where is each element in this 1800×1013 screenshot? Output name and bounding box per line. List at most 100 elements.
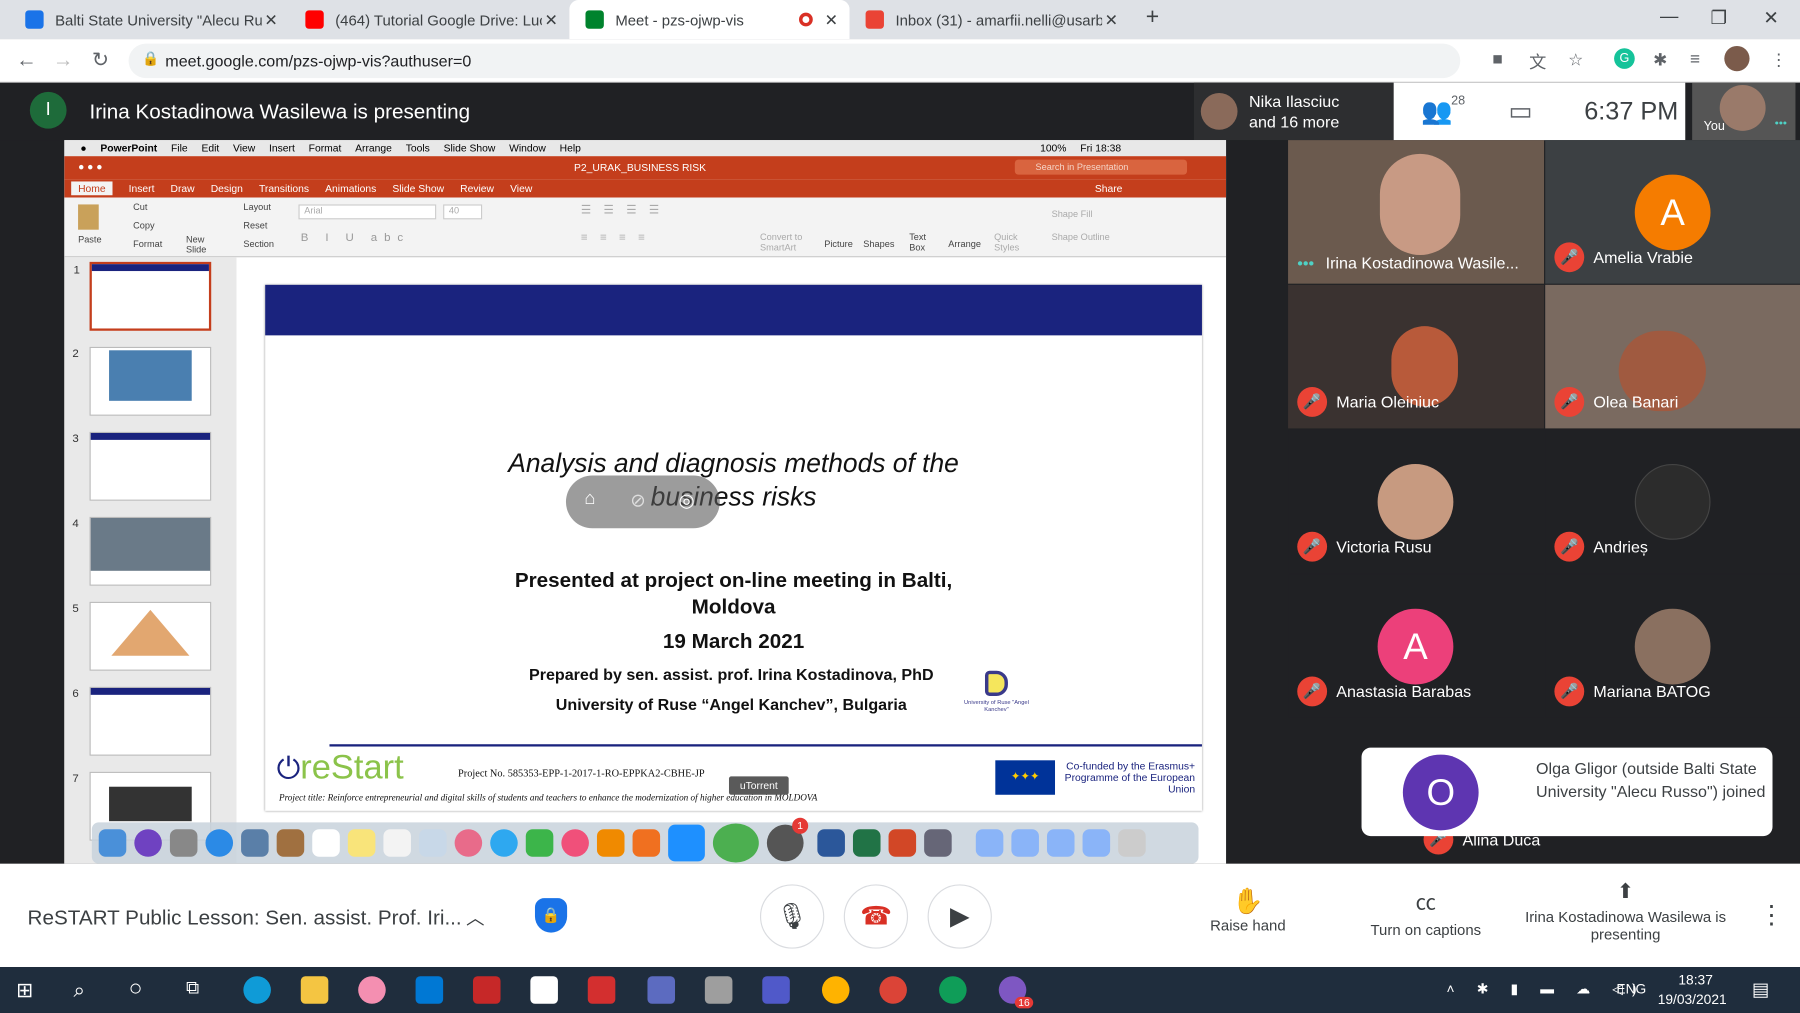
translate-icon[interactable]: 文 (1529, 49, 1546, 73)
others-indicator[interactable]: Nika Ilasciuc and 16 more (1193, 82, 1394, 141)
photos-icon[interactable] (454, 829, 483, 857)
ribbon-picture[interactable]: Picture (824, 239, 853, 249)
ppt-share-button[interactable]: Share (1095, 183, 1123, 194)
search-icon[interactable]: ⌕ (73, 979, 85, 1003)
music-icon[interactable] (561, 829, 589, 857)
menu-window[interactable]: Window (509, 142, 546, 153)
ribbon-shape-outline[interactable]: Shape Outline (1052, 232, 1110, 242)
font-style-buttons-icon[interactable]: B I U abc (301, 232, 410, 245)
excel-icon[interactable] (852, 829, 881, 857)
ribbon-shape-fill[interactable]: Shape Fill (1052, 209, 1093, 219)
viber-icon[interactable]: 16 (998, 976, 1034, 1009)
menu-insert[interactable]: Insert (269, 142, 295, 153)
piggy-app-icon[interactable] (358, 976, 386, 1004)
file-explorer-icon[interactable] (300, 976, 329, 1004)
maximize-button[interactable]: ❐ (1711, 7, 1727, 30)
menu-powerpoint[interactable]: PowerPoint (100, 142, 157, 153)
raise-hand-button[interactable]: ✋ Raise hand (1189, 887, 1306, 934)
store-icon[interactable] (415, 976, 444, 1004)
scanner-icon[interactable] (704, 976, 733, 1004)
url-bar[interactable]: 🔒 meet.google.com/pzs-ojwp-vis?authuser=… (128, 43, 1461, 79)
menu-file[interactable]: File (171, 142, 188, 153)
facetime-icon[interactable] (525, 829, 554, 857)
font-name-input[interactable]: Arial (298, 204, 437, 220)
ribbon-cut[interactable]: Cut (133, 202, 147, 212)
close-tab-icon[interactable]: ✕ (544, 10, 557, 30)
folder-icon[interactable] (975, 829, 1004, 857)
tile-irina[interactable]: ••• Irina Kostadinowa Wasile... (1288, 140, 1545, 284)
current-slide[interactable]: Analysis and diagnosis methods of the bu… (265, 284, 1202, 811)
app-store-icon[interactable] (668, 824, 705, 862)
self-view-tile[interactable]: You ••• (1692, 82, 1796, 141)
back-icon[interactable]: ← (16, 48, 37, 72)
host-controls-shield-icon[interactable]: 🔒 (534, 898, 568, 933)
ribbon-tab-view[interactable]: View (510, 183, 532, 194)
ribbon-layout[interactable]: Layout (243, 202, 271, 212)
ribbon-smartart[interactable]: Convert to SmartArt (760, 232, 811, 253)
input-language[interactable]: ENG (1616, 981, 1646, 997)
launchpad-icon[interactable] (169, 829, 198, 857)
ribbon-tab-review[interactable]: Review (460, 183, 494, 194)
pin-icon[interactable]: ⌂ (584, 489, 595, 510)
leave-call-button[interactable]: ☎ (843, 884, 909, 949)
preview-icon[interactable] (924, 829, 952, 857)
cortana-icon[interactable]: ○ (129, 976, 143, 1002)
chrome-profile-icon[interactable] (939, 976, 967, 1004)
ribbon-tab-home[interactable]: Home (71, 181, 113, 196)
ribbon-tab-slideshow[interactable]: Slide Show (392, 183, 444, 194)
menu-format[interactable]: Format (309, 142, 342, 153)
fullscreen-icon[interactable]: ◎ (678, 489, 694, 512)
chrome-icon[interactable] (879, 976, 907, 1004)
ribbon-tab-transitions[interactable]: Transitions (259, 183, 309, 194)
taskbar-date[interactable]: 19/03/2021 (1658, 991, 1727, 1007)
ribbon-quick-styles[interactable]: Quick Styles (994, 232, 1024, 253)
menu-edit[interactable]: Edit (201, 142, 219, 153)
more-options-icon[interactable]: ⋮ (1759, 900, 1784, 930)
tile-andries[interactable]: 🎤 Andrieș (1545, 429, 1800, 574)
ppt-search[interactable]: Search in Presentation (1014, 159, 1188, 175)
ribbon-shapes[interactable]: Shapes (863, 239, 894, 249)
folder-icon[interactable] (1082, 829, 1111, 857)
paste-icon[interactable] (78, 204, 99, 230)
acrobat-icon[interactable] (530, 976, 558, 1004)
notes-icon[interactable] (347, 829, 376, 857)
ribbon-new-slide[interactable]: New Slide (186, 234, 216, 255)
presentation-overlay-controls[interactable]: ⌂ ⊘ ◎ (565, 475, 720, 529)
ribbon-tab-insert[interactable]: Insert (129, 183, 155, 194)
tile-olea[interactable]: 🎤 Olea Banari (1545, 284, 1800, 429)
pdf-app-icon[interactable] (587, 976, 616, 1004)
menu-arrange[interactable]: Arrange (355, 142, 392, 153)
menu-slideshow[interactable]: Slide Show (444, 142, 496, 153)
calendar-icon[interactable] (312, 829, 340, 857)
chat-icon[interactable]: ▭ (1508, 96, 1532, 126)
tile-maria[interactable]: 🎤 Maria Oleiniuc (1288, 284, 1545, 429)
ribbon-arrange[interactable]: Arrange (948, 239, 981, 249)
trash-icon[interactable] (1118, 829, 1146, 857)
windows-start-icon[interactable]: ⊞ (16, 979, 33, 1003)
books-icon[interactable] (632, 829, 661, 857)
menu-icon[interactable]: ⋮ (1770, 49, 1787, 71)
people-icon[interactable]: 👥 (1421, 96, 1452, 126)
close-tab-icon[interactable]: ✕ (825, 10, 838, 30)
thumb-slide[interactable]: 1 (73, 261, 212, 331)
ribbon-tab-animations[interactable]: Animations (325, 183, 376, 194)
folder-icon[interactable] (1046, 829, 1075, 857)
thumb-slide[interactable]: 4 (72, 516, 212, 586)
bookmark-star-icon[interactable]: ☆ (1568, 49, 1583, 71)
taskbar-time[interactable]: 18:37 (1678, 972, 1712, 988)
new-tab-button[interactable]: + (1146, 5, 1159, 31)
tile-victoria[interactable]: 🎤 Victoria Rusu (1288, 429, 1545, 574)
ribbon-reset[interactable]: Reset (243, 221, 267, 231)
close-tab-icon[interactable]: ✕ (264, 10, 277, 30)
font-size-input[interactable]: 40 (443, 204, 483, 220)
mail-icon[interactable] (241, 829, 269, 857)
siri-icon[interactable] (134, 829, 162, 857)
thumb-slide[interactable]: 6 (72, 686, 212, 756)
menu-view[interactable]: View (233, 142, 255, 153)
powerpoint-icon[interactable] (888, 829, 917, 857)
profile-avatar[interactable] (1724, 45, 1750, 72)
reminders-icon[interactable] (383, 829, 411, 857)
finder-icon[interactable] (98, 829, 127, 857)
thumb-slide[interactable]: 3 (72, 431, 212, 501)
folder-icon[interactable] (1011, 829, 1039, 857)
